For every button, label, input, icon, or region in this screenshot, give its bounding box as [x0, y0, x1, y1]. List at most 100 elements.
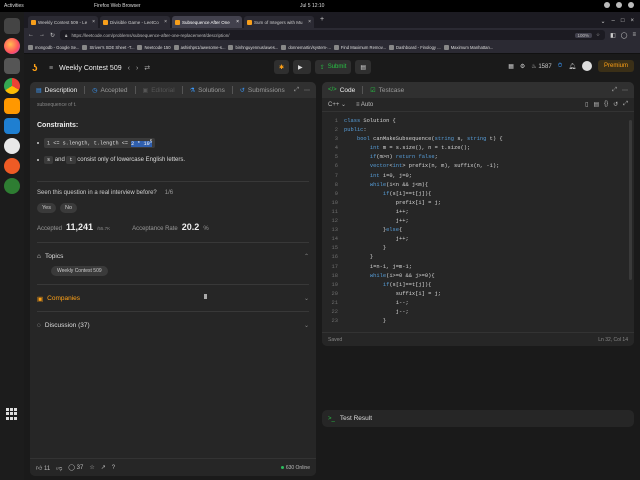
- layout-icon[interactable]: ▦: [508, 63, 514, 70]
- reset-icon[interactable]: ↺: [613, 101, 618, 108]
- code-line[interactable]: 5 if(m>n) return false;: [322, 153, 634, 162]
- forward-icon[interactable]: →: [39, 32, 45, 38]
- postman-icon[interactable]: [4, 158, 20, 174]
- new-tab-icon[interactable]: +: [316, 16, 328, 28]
- code-line[interactable]: 21 i--;: [322, 299, 634, 308]
- code-line[interactable]: 16 }: [322, 253, 634, 262]
- code-line[interactable]: 7 int i=0, j=0;: [322, 172, 634, 181]
- code-line[interactable]: 12 j++;: [322, 217, 634, 226]
- bookmark-item[interactable]: Dashboard - Finology ...: [388, 45, 441, 50]
- tab-editorial[interactable]: ▣ Editorial: [143, 87, 175, 94]
- back-icon[interactable]: ←: [28, 32, 34, 38]
- chevron-up-icon[interactable]: ⌃: [304, 253, 309, 260]
- bookmark-item[interactable]: Find Maximum Remov...: [333, 45, 386, 50]
- notification-icon[interactable]: 🔔︎: [568, 63, 576, 70]
- code-line[interactable]: 1 class Solution {: [322, 117, 634, 126]
- account-icon[interactable]: ◯: [621, 32, 628, 39]
- leetcode-logo-icon[interactable]: ʖ: [32, 63, 43, 74]
- pocket-icon[interactable]: ◧: [610, 32, 616, 39]
- tab-description[interactable]: ▤ Description: [36, 87, 77, 94]
- timer-icon[interactable]: ⏱: [558, 63, 563, 70]
- code-line[interactable]: 4 int m = s.size(), n = t.size();: [322, 144, 634, 153]
- bookmark-item[interactable]: ashishps1/awesome-s...: [173, 45, 225, 50]
- test-result-header[interactable]: >_ Test Result: [322, 410, 634, 427]
- problem-list-icon[interactable]: ≡: [49, 65, 53, 72]
- tab-submissions[interactable]: ↺ Submissions: [240, 87, 285, 94]
- code-line[interactable]: 18 while(i>=0 && j>=0){: [322, 272, 634, 281]
- bookmark-item[interactable]: Striver's SDE Sheet -T...: [82, 45, 134, 50]
- bookmark-item[interactable]: Maximum Manhattan...: [443, 45, 493, 50]
- expand-icon[interactable]: ⤢: [612, 87, 617, 94]
- minimize-icon[interactable]: –: [612, 18, 615, 25]
- reload-icon[interactable]: ↻: [50, 32, 55, 39]
- debug-button[interactable]: ✱: [274, 60, 290, 74]
- help-button[interactable]: ?: [112, 465, 115, 471]
- code-line[interactable]: 15 }: [322, 244, 634, 253]
- code-line[interactable]: 17 i=n-1, j=m-1;: [322, 263, 634, 272]
- zoom-badge[interactable]: 100%: [574, 32, 593, 38]
- chrome-icon[interactable]: [4, 78, 20, 94]
- companies-section[interactable]: ▣ Companies ⌄: [37, 295, 309, 303]
- code-line[interactable]: 10 prefix[i] = j;: [322, 199, 634, 208]
- code-line[interactable]: 2 public:: [322, 126, 634, 135]
- premium-button[interactable]: Premium: [597, 60, 634, 72]
- code-line[interactable]: 11 i++;: [322, 208, 634, 217]
- close-icon[interactable]: ×: [308, 19, 311, 25]
- code-line[interactable]: 22 j--;: [322, 308, 634, 317]
- note-icon[interactable]: ▤: [593, 101, 599, 108]
- dislike-button[interactable]: 👎︎: [56, 464, 62, 472]
- code-line[interactable]: 9 if(s[i]==t[j]){: [322, 190, 634, 199]
- power-icon[interactable]: [628, 2, 634, 8]
- code-line[interactable]: 3 bool canMakeSubsequence(string s, stri…: [322, 135, 634, 144]
- autocomplete-toggle[interactable]: ≡ Auto: [356, 102, 373, 108]
- code-line[interactable]: 13 }else{: [322, 226, 634, 235]
- test-result-panel[interactable]: >_ Test Result: [322, 410, 634, 427]
- contest-title[interactable]: Weekly Contest 509: [59, 65, 122, 72]
- files-icon[interactable]: [4, 58, 20, 74]
- volume-icon[interactable]: [616, 2, 622, 8]
- bookmark-item[interactable]: mongodb - Google Se...: [28, 45, 79, 50]
- vscode-icon[interactable]: [4, 118, 20, 134]
- more-icon[interactable]: ⋯: [304, 87, 310, 94]
- browser-tab-2[interactable]: Divisible Game - LeetCo ×: [100, 16, 170, 28]
- code-line[interactable]: 8 while(i<n && j<m){: [322, 181, 634, 190]
- close-window-icon[interactable]: ×: [630, 18, 634, 25]
- code-editor[interactable]: 1 class Solution {2 public: 3 bool canMakeS…: [322, 112, 634, 330]
- tab-code[interactable]: </> Code: [328, 87, 355, 94]
- topics-section[interactable]: ⌂ Topics ⌃: [37, 253, 309, 260]
- favorite-button[interactable]: ☆: [89, 464, 94, 471]
- chevron-down-icon[interactable]: ⌄: [304, 322, 309, 329]
- close-icon[interactable]: ×: [92, 19, 95, 25]
- code-line[interactable]: 19 if(s[i]==t[j]){: [322, 281, 634, 290]
- editor-scrollbar[interactable]: [629, 120, 632, 280]
- bookmark-item[interactable]: Neetcode 150: [137, 45, 171, 50]
- mongodb-icon[interactable]: [4, 138, 20, 154]
- system-tray[interactable]: [604, 2, 634, 8]
- kafka-icon[interactable]: [4, 178, 20, 194]
- fullscreen-icon[interactable]: ⤢: [623, 101, 628, 108]
- bookmark-icon[interactable]: ▯: [585, 101, 588, 108]
- more-icon[interactable]: ⋯: [622, 87, 628, 94]
- comments-button[interactable]: ◯ 37: [68, 464, 83, 471]
- shuffle-icon[interactable]: ⇄: [144, 64, 150, 72]
- submit-button[interactable]: ⇪ Submit: [314, 60, 352, 74]
- avatar[interactable]: [581, 61, 592, 71]
- tab-accepted[interactable]: ◷ Accepted: [92, 87, 127, 94]
- chevron-down-icon[interactable]: ⌄: [304, 295, 309, 302]
- code-line[interactable]: 6 vector<int> prefix(n, m), suffix(n, -1…: [322, 162, 634, 171]
- braces-icon[interactable]: {}: [604, 101, 608, 108]
- share-button[interactable]: ↗: [101, 464, 106, 471]
- network-icon[interactable]: [604, 2, 610, 8]
- maximize-icon[interactable]: □: [621, 18, 625, 25]
- bookmark-item[interactable]: donnemartin/system-...: [281, 45, 331, 50]
- tab-solutions[interactable]: ⚗ Solutions: [190, 87, 225, 94]
- app-menu[interactable]: Firefox Web Browser: [94, 3, 636, 9]
- prev-problem-icon[interactable]: ‹: [128, 65, 130, 72]
- close-icon[interactable]: ×: [164, 19, 167, 25]
- expand-icon[interactable]: ⤢: [294, 87, 299, 94]
- browser-tab-4[interactable]: Sum of Integers with Mu ×: [244, 16, 314, 28]
- no-button[interactable]: No: [59, 202, 78, 213]
- run-button[interactable]: ▶: [293, 60, 311, 74]
- firefox-icon[interactable]: [4, 38, 20, 54]
- show-apps-icon[interactable]: [6, 408, 18, 420]
